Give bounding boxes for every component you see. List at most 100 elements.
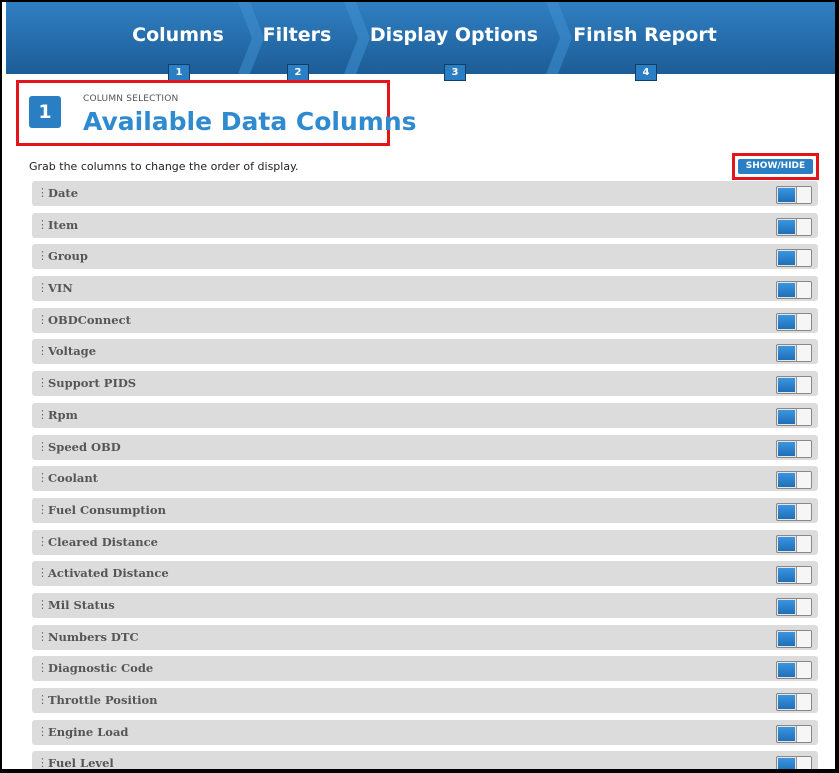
drag-handle-icon[interactable]: ⋮ [37, 408, 48, 421]
step-filters[interactable]: Filters 2 [254, 2, 340, 81]
drag-handle-icon[interactable]: ⋮ [37, 218, 48, 231]
toggle-on-fill [778, 568, 795, 583]
drag-handle-icon[interactable]: ⋮ [37, 313, 48, 326]
drag-handle-icon[interactable]: ⋮ [37, 535, 48, 548]
column-row[interactable]: ⋮ VIN [32, 276, 818, 302]
toggle-on-fill [778, 441, 795, 456]
toggle-on-fill [778, 283, 795, 298]
column-row[interactable]: ⋮ Rpm [32, 402, 818, 428]
drag-handle-icon[interactable]: ⋮ [37, 440, 48, 453]
toggle-knob [796, 282, 811, 299]
drag-handle-icon[interactable]: ⋮ [37, 472, 48, 484]
visibility-toggle[interactable] [776, 566, 812, 585]
column-list: ⋮ Date ⋮ Item ⋮ Group ⋮ VIN ⋮ OBDConnect ⋮ Voltage ⋮… [32, 181, 818, 769]
column-label: Rpm [48, 407, 78, 422]
toggle-on-fill [778, 409, 795, 424]
column-label: VIN [48, 281, 73, 296]
column-row[interactable]: ⋮ Support PIDS [32, 371, 818, 397]
show-hide-button[interactable]: SHOW/HIDE [738, 159, 813, 174]
visibility-toggle[interactable] [776, 629, 812, 648]
visibility-toggle[interactable] [776, 661, 812, 680]
visibility-toggle[interactable] [776, 693, 812, 711]
visibility-toggle[interactable] [776, 217, 812, 236]
instruction-text: Grab the columns to change the order of … [29, 160, 299, 173]
column-label: Date [48, 186, 79, 200]
drag-handle-icon[interactable]: ⋮ [37, 725, 48, 738]
column-label: Fuel Level [48, 756, 114, 769]
column-row[interactable]: ⋮ Mil Status [32, 592, 818, 618]
column-label: Throttle Position [48, 693, 158, 707]
column-row[interactable]: ⋮ Date [32, 181, 818, 206]
drag-handle-icon[interactable]: ⋮ [37, 662, 48, 674]
drag-handle-icon[interactable]: ⋮ [37, 187, 48, 199]
column-row[interactable]: ⋮ Voltage [32, 339, 818, 365]
visibility-toggle[interactable] [776, 376, 812, 395]
drag-handle-icon[interactable]: ⋮ [37, 757, 48, 769]
toggle-on-fill [778, 599, 795, 614]
visibility-toggle[interactable] [776, 407, 812, 426]
column-row[interactable]: ⋮ Fuel Consumption [32, 497, 818, 523]
visibility-toggle[interactable] [776, 471, 812, 490]
drag-handle-icon[interactable]: ⋮ [37, 630, 48, 643]
column-label: Mil Status [48, 597, 115, 612]
visibility-toggle[interactable] [776, 281, 812, 300]
visibility-toggle[interactable] [776, 724, 812, 743]
column-row[interactable]: ⋮ Coolant [32, 466, 818, 492]
column-row[interactable]: ⋮ Fuel Level [32, 751, 818, 769]
column-row[interactable]: ⋮ Group [32, 244, 818, 270]
step-finish-report[interactable]: Finish Report 4 [570, 2, 720, 81]
column-label: Numbers DTC [48, 629, 139, 644]
toggle-knob [796, 408, 811, 425]
visibility-toggle[interactable] [776, 186, 812, 204]
toggle-on-fill [778, 536, 795, 551]
step-display-options[interactable]: Display Options 3 [366, 2, 542, 81]
toggle-knob [796, 187, 811, 203]
drag-handle-icon[interactable]: ⋮ [37, 282, 48, 294]
toggle-on-fill [778, 314, 795, 329]
column-row[interactable]: ⋮ Speed OBD [32, 434, 818, 460]
toggle-knob [796, 598, 811, 615]
toggle-knob [796, 472, 811, 489]
column-label: Fuel Consumption [48, 502, 166, 517]
drag-handle-icon[interactable]: ⋮ [37, 598, 48, 611]
toggle-on-fill [778, 378, 795, 393]
column-row[interactable]: ⋮ Item [32, 212, 818, 238]
column-label: OBDConnect [48, 312, 131, 327]
step-label: Filters [262, 24, 332, 46]
step-label: Display Options [369, 24, 539, 46]
column-label: Engine Load [48, 724, 129, 739]
visibility-toggle[interactable] [776, 312, 812, 331]
drag-handle-icon[interactable]: ⋮ [37, 503, 48, 516]
column-label: Group [48, 249, 88, 264]
column-label: Item [48, 217, 79, 232]
visibility-toggle[interactable] [776, 439, 812, 458]
drag-handle-icon[interactable]: ⋮ [37, 250, 48, 262]
visibility-toggle[interactable] [776, 534, 812, 553]
visibility-toggle[interactable] [776, 344, 812, 363]
column-row[interactable]: ⋮ Diagnostic Code [32, 656, 818, 682]
visibility-toggle[interactable] [776, 597, 812, 616]
column-row[interactable]: ⋮ Activated Distance [32, 561, 818, 587]
drag-handle-icon[interactable]: ⋮ [37, 567, 48, 579]
column-label: Activated Distance [48, 566, 169, 581]
column-row[interactable]: ⋮ Throttle Position [32, 688, 818, 713]
toggle-on-fill [778, 631, 795, 646]
column-row[interactable]: ⋮ Cleared Distance [32, 529, 818, 555]
drag-handle-icon[interactable]: ⋮ [37, 345, 48, 357]
visibility-toggle[interactable] [776, 249, 812, 268]
column-label: Voltage [48, 344, 97, 359]
toggle-knob [796, 440, 811, 457]
column-label: Coolant [48, 471, 98, 486]
column-row[interactable]: ⋮ Numbers DTC [32, 624, 818, 650]
column-row[interactable]: ⋮ OBDConnect [32, 307, 818, 333]
visibility-toggle[interactable] [776, 502, 812, 521]
visibility-toggle[interactable] [776, 756, 812, 769]
drag-handle-icon[interactable]: ⋮ [37, 377, 48, 389]
toggle-knob [796, 694, 811, 710]
column-row[interactable]: ⋮ Engine Load [32, 719, 818, 745]
toggle-on-fill [778, 663, 795, 678]
drag-handle-icon[interactable]: ⋮ [37, 694, 48, 706]
step-label: Columns [132, 24, 224, 46]
step-columns[interactable]: Columns 1 [118, 2, 238, 81]
toggle-on-fill [778, 346, 795, 361]
